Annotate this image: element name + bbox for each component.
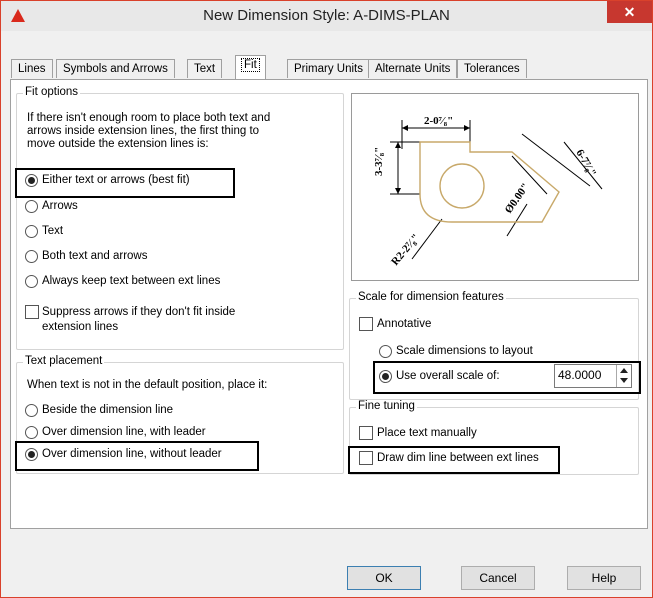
cancel-button[interactable]: Cancel xyxy=(461,566,535,590)
tab-tolerances[interactable]: Tolerances xyxy=(457,59,527,78)
title-bar: New Dimension Style: A-DIMS-PLAN ✕ xyxy=(1,1,652,31)
scale-legend: Scale for dimension features xyxy=(356,291,506,303)
checkbox-place-text-manually[interactable] xyxy=(359,426,373,440)
label-draw-dim-line: Draw dim line between ext lines xyxy=(377,452,539,464)
preview-drawing: 2-0⁷⁄₈" 3-3⁷⁄₈" 6-7⁷⁄₈" Ø0.00" R2-2⁷⁄₈" xyxy=(373,115,603,268)
spinner-up-icon[interactable] xyxy=(620,368,628,373)
fit-options-group: Fit options If there isn't enough room t… xyxy=(15,86,344,350)
label-beside-dim-line: Beside the dimension line xyxy=(42,404,174,416)
label-over-with-leader: Over dimension line, with leader xyxy=(42,426,206,438)
radio-beside-dim-line[interactable] xyxy=(25,404,38,417)
radio-over-with-leader[interactable] xyxy=(25,426,38,439)
preview-dim-diameter: Ø0.00" xyxy=(503,181,532,216)
label-scale-to-layout: Scale dimensions to layout xyxy=(396,345,533,357)
label-text: Text xyxy=(42,225,64,237)
checkbox-annotative[interactable] xyxy=(359,317,373,331)
spinner-down-icon[interactable] xyxy=(620,378,628,383)
text-placement-group: Text placement When text is not in the d… xyxy=(15,355,344,474)
window-title: New Dimension Style: A-DIMS-PLAN xyxy=(203,7,450,24)
label-both: Both text and arrows xyxy=(42,250,148,262)
fit-description-line2: arrows inside extension lines, the first… xyxy=(27,125,260,137)
radio-best-fit[interactable] xyxy=(25,174,38,187)
dimension-style-dialog: New Dimension Style: A-DIMS-PLAN ✕ Lines… xyxy=(0,0,653,598)
tab-symbols-and-arrows[interactable]: Symbols and Arrows xyxy=(56,59,175,78)
tab-text[interactable]: Text xyxy=(187,59,223,78)
spinner-arrows[interactable] xyxy=(616,365,631,387)
text-placement-legend: Text placement xyxy=(23,355,105,367)
tab-alternate-units[interactable]: Alternate Units xyxy=(368,59,458,78)
radio-both[interactable] xyxy=(25,250,38,263)
overall-scale-value: 48.0000 xyxy=(558,368,602,382)
preview-dim-top: 2-0⁷⁄₈" xyxy=(424,115,453,127)
preview-dim-left: 3-3⁷⁄₈" xyxy=(373,147,385,176)
ok-button[interactable]: OK xyxy=(347,566,421,590)
label-arrows: Arrows xyxy=(42,200,78,212)
tab-fit[interactable]: Fit xyxy=(235,55,266,79)
dimension-preview: 2-0⁷⁄₈" 3-3⁷⁄₈" 6-7⁷⁄₈" Ø0.00" R2-2⁷⁄₈" xyxy=(351,93,639,281)
tab-primary-units[interactable]: Primary Units xyxy=(287,59,371,78)
fine-tuning-legend: Fine tuning xyxy=(356,400,417,412)
fit-description-line1: If there isn't enough room to place both… xyxy=(27,112,271,124)
tab-lines[interactable]: Lines xyxy=(11,59,53,78)
checkbox-draw-dim-line[interactable] xyxy=(359,451,373,465)
label-place-text-manually: Place text manually xyxy=(377,427,477,439)
tab-fit-label: Fit xyxy=(241,58,260,72)
fit-description-line3: move outside the extension lines is: xyxy=(27,138,209,150)
preview-dim-radius: R2-2⁷⁄₈" xyxy=(389,232,422,268)
label-over-without-leader: Over dimension line, without leader xyxy=(42,448,222,460)
fit-options-legend: Fit options xyxy=(23,86,81,98)
label-best-fit: Either text or arrows (best fit) xyxy=(42,174,190,186)
label-suppress-arrows-line1: Suppress arrows if they don't fit inside xyxy=(42,306,236,318)
label-annotative: Annotative xyxy=(377,318,432,330)
help-button[interactable]: Help xyxy=(567,566,641,590)
preview-dim-right: 6-7⁷⁄₈" xyxy=(573,148,598,179)
radio-text[interactable] xyxy=(25,225,38,238)
fine-tuning-group: Fine tuning Place text manually Draw dim… xyxy=(348,400,639,475)
label-keep-between: Always keep text between ext lines xyxy=(42,275,221,287)
close-button[interactable]: ✕ xyxy=(607,1,652,23)
overall-scale-spinner[interactable]: 48.0000 xyxy=(554,364,632,388)
radio-over-without-leader[interactable] xyxy=(25,448,38,461)
fit-tab-panel: Fit options If there isn't enough room t… xyxy=(10,79,648,529)
radio-arrows[interactable] xyxy=(25,200,38,213)
text-placement-description: When text is not in the default position… xyxy=(27,379,268,391)
radio-scale-to-layout[interactable] xyxy=(379,345,392,358)
checkbox-suppress-arrows[interactable] xyxy=(25,305,39,319)
radio-keep-between[interactable] xyxy=(25,275,38,288)
label-suppress-arrows-line2: extension lines xyxy=(42,321,119,333)
